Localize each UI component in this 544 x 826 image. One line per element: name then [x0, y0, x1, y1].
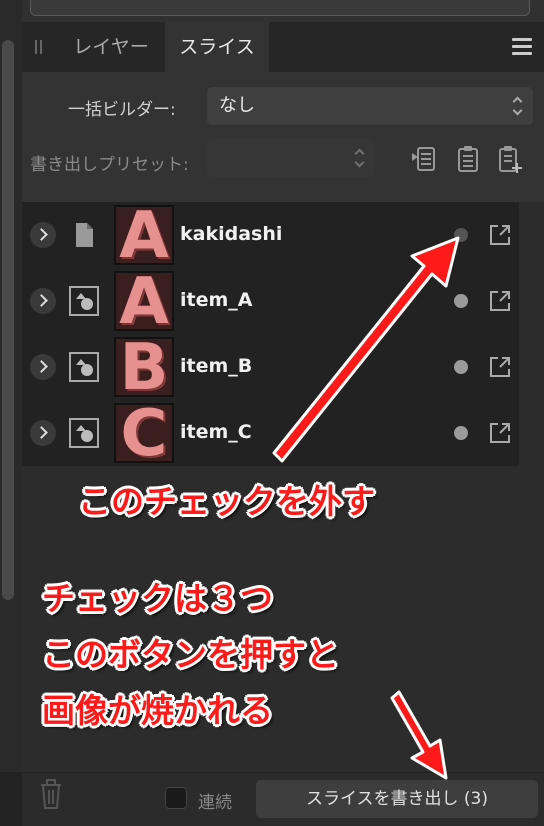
slice-thumbnail: B	[114, 337, 174, 397]
export-toggle-dot[interactable]	[454, 360, 468, 374]
slice-row[interactable]: A item_A	[22, 268, 519, 334]
previous-panel-field[interactable]	[30, 0, 530, 16]
tab-bar: レイヤー スライス	[22, 22, 544, 72]
add-preset-icon[interactable]	[496, 144, 524, 174]
continuous-label: 連続	[198, 793, 232, 813]
builder-select-value: なし	[219, 95, 255, 116]
export-toggle-dot[interactable]	[454, 294, 468, 308]
slice-row[interactable]: C item_C	[22, 400, 519, 466]
slice-list: A kakidashi A item_A B item_B C item_C	[22, 202, 519, 466]
callout-info-line2: このボタンを押すと	[42, 635, 339, 674]
slice-thumbnail: C	[114, 403, 174, 463]
slice-name[interactable]: kakidashi	[180, 223, 282, 245]
export-arrow-icon[interactable]	[486, 353, 514, 381]
export-arrow-icon[interactable]	[486, 221, 514, 249]
export-toggle-dot[interactable]	[454, 228, 468, 242]
preset-list-icon[interactable]	[410, 144, 438, 174]
select-updown-icon	[513, 95, 523, 117]
expand-chevron-icon[interactable]	[30, 222, 56, 248]
panel-scroll-strip	[519, 202, 544, 772]
slice-name[interactable]: item_C	[180, 421, 252, 443]
slice-row[interactable]: B item_B	[22, 334, 519, 400]
tab-layers[interactable]: レイヤー	[62, 22, 160, 72]
builder-select[interactable]: なし	[207, 87, 533, 125]
panel-menu-icon[interactable]	[512, 38, 532, 56]
continuous-checkbox[interactable]	[165, 787, 187, 809]
expand-chevron-icon[interactable]	[30, 420, 56, 446]
trash-icon[interactable]	[38, 777, 64, 811]
select-updown-icon	[355, 147, 365, 169]
expand-chevron-icon[interactable]	[30, 354, 56, 380]
left-gutter	[0, 0, 22, 826]
expand-chevron-icon[interactable]	[30, 288, 56, 314]
left-gutter-bottom	[0, 772, 22, 826]
preset-label: 書き出しプリセット:	[30, 155, 189, 175]
previous-panel-edge	[22, 0, 544, 22]
export-toggle-dot[interactable]	[454, 426, 468, 440]
callout-uncheck: このチェックを外す	[78, 482, 375, 521]
callout-info-line3: 画像が焼かれる	[42, 691, 273, 730]
builder-label: 一括ビルダー:	[68, 100, 176, 120]
slice-thumbnail: A	[114, 271, 174, 331]
document-icon	[68, 219, 100, 251]
panel-grip-icon[interactable]	[34, 40, 44, 54]
slice-row[interactable]: A kakidashi	[22, 202, 519, 268]
left-scrollbar-thumb[interactable]	[2, 40, 14, 600]
clipboard-icon[interactable]	[454, 144, 482, 174]
export-arrow-icon[interactable]	[486, 419, 514, 447]
export-arrow-icon[interactable]	[486, 287, 514, 315]
tab-slices[interactable]: スライス	[165, 22, 269, 72]
slice-name[interactable]: item_B	[180, 355, 252, 377]
preset-select[interactable]	[207, 139, 375, 177]
slice-name[interactable]: item_A	[180, 289, 252, 311]
panel-footer: 連続 スライスを書き出し (3)	[22, 772, 544, 826]
shape-layer-icon	[68, 285, 100, 317]
shape-layer-icon	[68, 351, 100, 383]
callout-info-line1: チェックは３つ	[42, 579, 273, 618]
shape-layer-icon	[68, 417, 100, 449]
slice-thumbnail: A	[114, 205, 174, 265]
export-slices-button[interactable]: スライスを書き出し (3)	[256, 780, 538, 818]
